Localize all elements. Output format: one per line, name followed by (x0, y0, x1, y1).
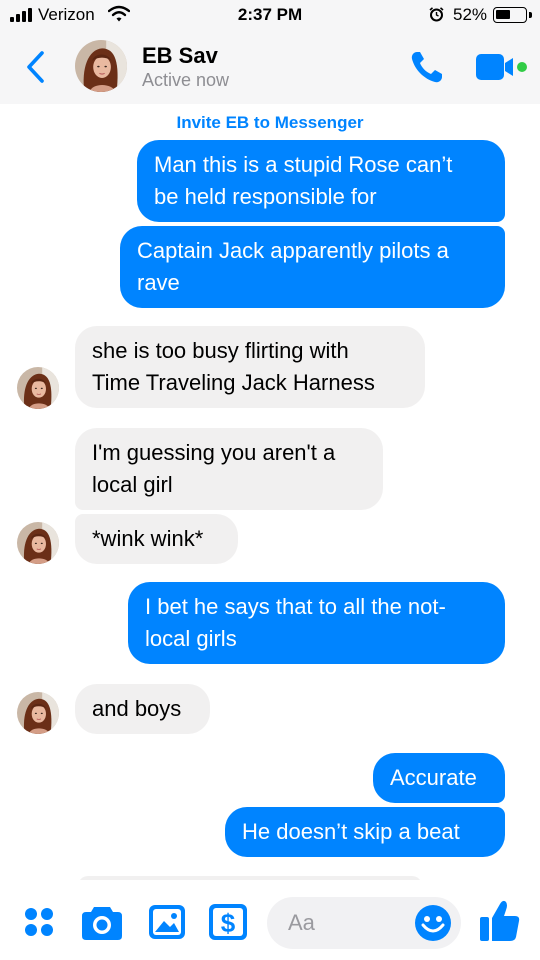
active-status: Active now (142, 70, 230, 90)
alarm-icon (429, 7, 444, 22)
message-bubble[interactable]: *wink wink* (75, 514, 238, 564)
message-text: Captain Jack apparently pilots a (137, 238, 449, 263)
invite-to-messenger-link[interactable]: Invite EB to Messenger (0, 113, 540, 133)
message-bubble[interactable]: He doesn’t skip a beat (225, 807, 505, 857)
conversation-header: EB Sav Active now (0, 30, 540, 104)
emoji-icon[interactable] (414, 904, 452, 942)
status-bar: Verizon 2:37 PM 52% (0, 0, 540, 30)
message-bubble[interactable]: I bet he says that to all the not- local… (128, 582, 505, 664)
image-icon[interactable] (149, 905, 185, 939)
message-text: I'm guessing you aren't a (92, 440, 336, 465)
battery-fill (496, 10, 510, 19)
back-chevron-icon[interactable] (22, 47, 50, 87)
message-text: and boys (92, 696, 182, 721)
message-text: *wink wink* (92, 526, 204, 551)
message-text: He doesn’t skip a beat (242, 819, 460, 844)
battery-cap (529, 12, 532, 18)
message-input-placeholder: Aa (288, 910, 315, 935)
avatar[interactable] (75, 40, 127, 92)
message-input[interactable]: Aa (267, 897, 461, 949)
contact-avatar[interactable] (17, 692, 59, 734)
contact-name[interactable]: EB Sav (142, 43, 218, 69)
phone-call-icon[interactable] (408, 48, 446, 86)
battery-icon (493, 7, 527, 23)
camera-icon[interactable] (82, 904, 122, 940)
message-text: she is too busy flirting with (92, 338, 349, 363)
contact-avatar[interactable] (17, 367, 59, 409)
contact-avatar[interactable] (17, 522, 59, 564)
message-bubble[interactable]: Man this is a stupid Rose can’t be held … (137, 140, 505, 222)
message-bubble[interactable]: Captain Jack apparently pilots a rave (120, 226, 505, 308)
message-bubble[interactable]: she is too busy flirting with Time Trave… (75, 326, 425, 408)
message-text: be held responsible for (154, 184, 377, 209)
more-apps-icon[interactable] (23, 906, 55, 938)
payment-icon[interactable]: $ (209, 904, 247, 940)
message-text: Man this is a stupid Rose can’t (154, 152, 453, 177)
message-text: rave (137, 270, 180, 295)
message-text: Time Traveling Jack Harness (92, 370, 375, 395)
message-text: I bet he says that to all the not- (145, 594, 446, 619)
battery-percentage: 52% (453, 5, 488, 24)
video-call-icon[interactable] (476, 54, 528, 80)
message-text: local girls (145, 626, 237, 651)
svg-text:$: $ (221, 908, 236, 938)
like-thumbs-up-icon[interactable] (480, 899, 520, 941)
message-bubble[interactable]: Accurate (373, 753, 505, 803)
message-bubble[interactable]: I'm guessing you aren't a local girl (75, 428, 383, 510)
message-text: Accurate (390, 765, 477, 790)
message-bubble[interactable]: and boys (75, 684, 210, 734)
message-text: local girl (92, 472, 173, 497)
